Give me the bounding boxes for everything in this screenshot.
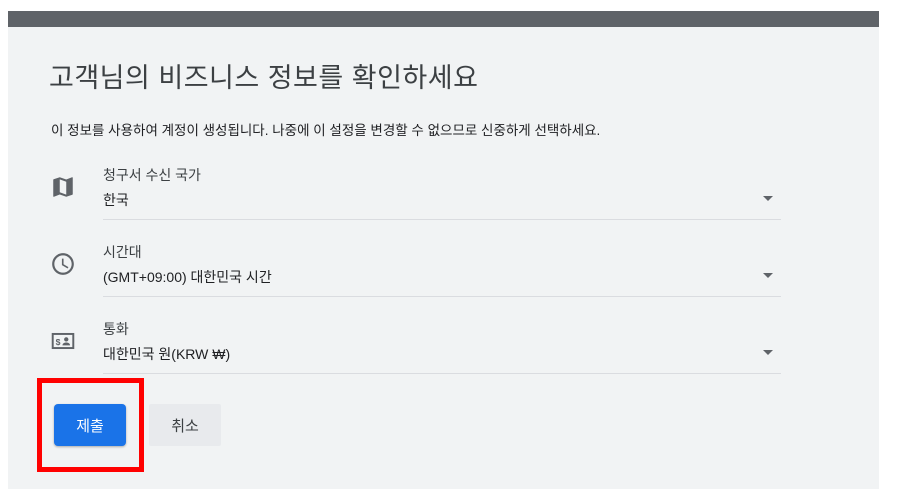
billing-country-label: 청구서 수신 국가	[103, 167, 201, 183]
clock-icon	[50, 251, 76, 277]
billing-country-value: 한국	[103, 192, 129, 208]
currency-select[interactable]: 대한민국 원(KRW ₩)	[103, 341, 781, 374]
timezone-value: (GMT+09:00) 대한민국 시간	[103, 269, 272, 285]
timezone-label: 시간대	[103, 244, 142, 260]
top-bar	[8, 11, 879, 27]
billing-country-select[interactable]: 한국	[103, 187, 781, 220]
field-billing-country: 청구서 수신 국가 한국	[0, 167, 904, 244]
currency-label: 통화	[103, 321, 129, 337]
page-title: 고객님의 비즈니스 정보를 확인하세요	[49, 63, 479, 93]
chevron-down-icon	[763, 196, 773, 201]
submit-button[interactable]: 제출	[54, 404, 126, 446]
field-timezone: 시간대 (GMT+09:00) 대한민국 시간	[0, 244, 904, 321]
currency-value: 대한민국 원(KRW ₩)	[103, 346, 231, 362]
chevron-down-icon	[763, 350, 773, 355]
currency-icon: $	[50, 328, 76, 354]
timezone-select[interactable]: (GMT+09:00) 대한민국 시간	[103, 264, 781, 297]
chevron-down-icon	[763, 273, 773, 278]
page-description: 이 정보를 사용하여 계정이 생성됩니다. 나중에 이 설정을 변경할 수 없으…	[51, 123, 601, 138]
map-icon	[50, 174, 76, 200]
cancel-button[interactable]: 취소	[149, 404, 221, 446]
svg-text:$: $	[56, 337, 61, 347]
